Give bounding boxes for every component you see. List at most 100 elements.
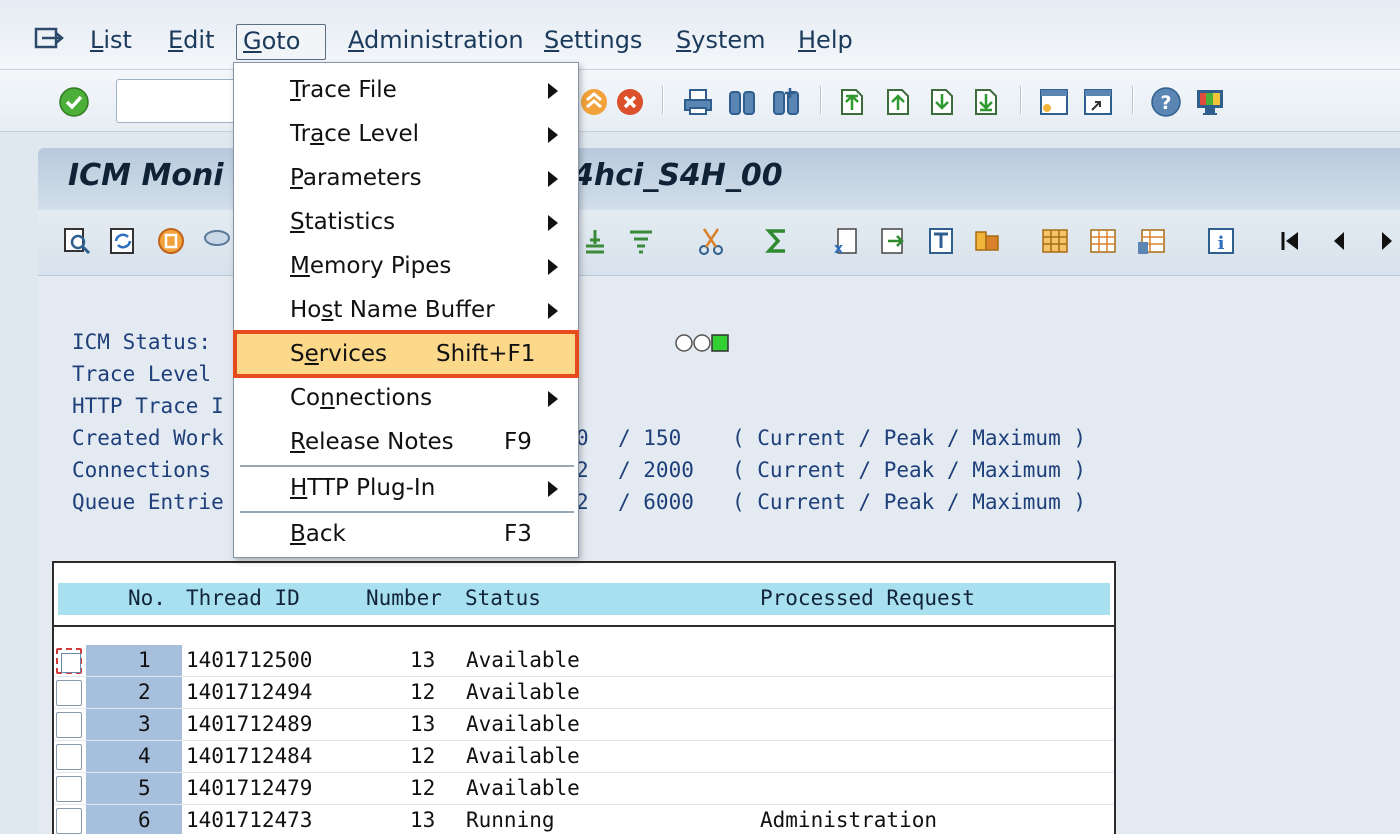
menu-item-back[interactable]: Back F3 [236,513,576,555]
previous-record-icon[interactable] [1324,226,1354,256]
next-record-icon[interactable] [1372,226,1400,256]
table-row[interactable]: 1 1401712500 13 Available [54,645,1114,677]
menu-edit[interactable]: Edit [162,24,220,60]
traffic-light-icon [675,334,729,352]
row-select-checkbox[interactable] [56,712,82,738]
new-session-icon[interactable] [1038,86,1070,118]
cell-status: Available [466,712,580,736]
svg-text:i: i [1218,233,1225,254]
menu-icon[interactable] [34,26,66,52]
menu-item-trace-level[interactable]: Trace Level [236,113,576,155]
shortcut-icon[interactable] [1082,86,1114,118]
cell-thread-id: 1401712479 [186,776,313,800]
export-icon[interactable] [878,226,908,256]
cell-status: Running [466,808,555,832]
cell-no: 2 [138,680,151,704]
menu-list[interactable]: List [84,24,138,60]
customize-layout-icon[interactable] [1194,86,1226,118]
menu-item-host-name-buffer[interactable]: Host Name Buffer [236,289,576,331]
find-icon[interactable] [726,86,758,118]
first-record-icon[interactable] [1276,226,1306,256]
menu-administration[interactable]: Administration [342,24,530,60]
choose-layout-icon[interactable] [1088,226,1118,256]
shortcut-label: Shift+F1 [436,341,536,367]
status-label-icm: ICM Status: [72,330,212,354]
info-icon[interactable]: i [1206,226,1236,256]
status-label-connections: Connections [72,458,212,482]
cell-thread-id: 1401712473 [186,808,313,832]
created-work-legend: ( Current / Peak / Maximum ) [732,426,1087,450]
table-row[interactable]: 5 1401712479 12 Available [54,773,1114,805]
total-icon[interactable] [762,226,792,256]
col-number[interactable]: Number [366,586,442,610]
header-divider [54,625,1114,627]
cell-no: 5 [138,776,151,800]
separator [662,86,664,114]
connections-legend: ( Current / Peak / Maximum ) [732,458,1087,482]
menu-system[interactable]: System [670,24,772,60]
menu-goto[interactable]: Goto [236,24,326,60]
next-page-icon[interactable] [926,86,958,118]
table-row[interactable]: 2 1401712494 12 Available [54,677,1114,709]
filter-icon[interactable] [626,226,656,256]
word-processing-icon[interactable] [926,226,956,256]
no-cell [86,741,182,772]
network-icon[interactable] [202,226,232,256]
status-label-queue: Queue Entrie [72,490,224,514]
find-next-icon[interactable] [770,86,802,118]
row-select-checkbox[interactable] [56,744,82,770]
no-cell [86,773,182,804]
layout-grid-icon[interactable] [1040,226,1070,256]
table-row[interactable]: 6 1401712473 13 Running Administration [54,805,1114,834]
refresh-icon[interactable] [108,226,138,256]
menu-item-memory-pipes[interactable]: Memory Pipes [236,245,576,287]
menu-help[interactable]: Help [792,24,859,60]
menu-item-http-plug-in[interactable]: HTTP Plug-In [236,467,576,509]
cell-thread-id: 1401712500 [186,648,313,672]
first-page-icon[interactable] [836,86,868,118]
prev-page-icon[interactable] [882,86,914,118]
menu-item-connections[interactable]: Connections [236,377,576,419]
cancel-icon[interactable] [614,86,646,118]
print-icon[interactable] [682,86,714,118]
stop-icon[interactable] [156,226,186,256]
row-select-checkbox[interactable] [56,776,82,802]
save-layout-icon[interactable] [1136,226,1166,256]
abc-analysis-icon[interactable] [972,226,1002,256]
cell-status: Available [466,648,580,672]
goto-menu-dropdown: Trace File Trace Level Parameters Statis… [233,62,579,558]
col-status[interactable]: Status [465,586,541,610]
no-cell [86,645,182,676]
menu-item-parameters[interactable]: Parameters [236,157,576,199]
cell-no: 1 [138,648,151,672]
last-page-icon[interactable] [970,86,1002,118]
table-row[interactable]: 3 1401712489 13 Available [54,709,1114,741]
row-select-checkbox[interactable] [56,680,82,706]
help-icon[interactable]: ? [1150,86,1182,118]
table-header: No. Thread ID Number Status Processed Re… [58,583,1110,615]
col-no[interactable]: No. [128,586,166,610]
delete-icon[interactable] [696,226,726,256]
status-label-trace: Trace Level [72,362,212,386]
menu-item-services[interactable]: Services Shift+F1 [233,330,579,378]
menu-settings[interactable]: Settings [538,24,648,60]
select-icon[interactable] [62,226,92,256]
enter-check-icon[interactable] [58,86,90,118]
created-work-max: / 150 [618,426,682,450]
shortcut-label: F9 [504,429,532,455]
col-processed-request[interactable]: Processed Request [760,586,975,610]
sort-ascending-icon[interactable] [580,226,610,256]
menu-item-statistics[interactable]: Statistics [236,201,576,243]
table-row[interactable]: 4 1401712484 12 Available [54,741,1114,773]
col-thread-id[interactable]: Thread ID [186,586,300,610]
back-icon[interactable] [578,86,610,118]
cell-no: 3 [138,712,151,736]
submenu-arrow-icon [548,259,558,275]
export-excel-icon[interactable]: x [830,226,860,256]
cell-number: 13 [410,648,436,672]
row-select-checkbox[interactable] [56,648,82,674]
cell-thread-id: 1401712494 [186,680,313,704]
row-select-checkbox[interactable] [56,808,82,834]
menu-item-trace-file[interactable]: Trace File [236,69,576,111]
menu-item-release-notes[interactable]: Release Notes F9 [236,421,576,463]
